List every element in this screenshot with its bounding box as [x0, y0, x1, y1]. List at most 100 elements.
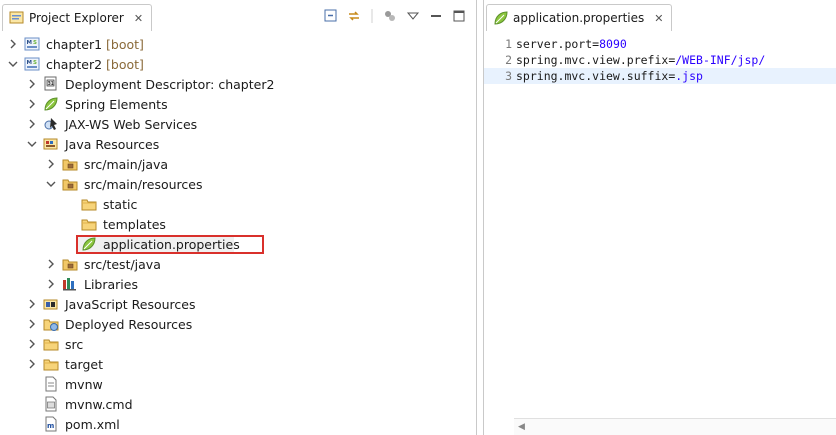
chevron-right-icon[interactable] — [46, 259, 56, 269]
code-line[interactable]: 2 spring.mvc.view.prefix=/WEB-INF/jsp/ — [484, 52, 836, 68]
tree-item-label: Deployed Resources — [65, 316, 193, 332]
code-area[interactable]: 1 server.port= 8090 2 spring.mvc.view.prefix… — [484, 36, 836, 84]
chevron-right-icon[interactable] — [27, 359, 37, 369]
tree-item-label: src — [65, 336, 84, 352]
tree-item-label: Libraries — [84, 276, 138, 292]
deployed-icon — [43, 316, 59, 332]
explorer-tabbar: Project Explorer ✕ — [0, 0, 476, 31]
chevron-right-icon[interactable] — [27, 339, 37, 349]
property-value: 8090 — [599, 37, 627, 51]
property-value: /WEB-INF/jsp/ — [675, 53, 766, 67]
tree-item-label: src/main/resources — [84, 176, 203, 192]
svg-text:31: 31 — [48, 81, 54, 87]
tree-item-label: templates — [103, 216, 166, 232]
folder-icon — [43, 356, 59, 372]
line-number: 2 — [505, 53, 512, 67]
package-folder-icon — [62, 176, 78, 192]
code-line[interactable]: 3 spring.mvc.view.suffix= .jsp — [484, 68, 836, 84]
tree-item-label: JAX-WS Web Services — [65, 116, 198, 132]
tree-item-label: chapter1 [boot] — [46, 36, 144, 52]
svg-text:M: M — [27, 60, 32, 66]
chevron-right-icon[interactable] — [46, 279, 56, 289]
view-menu-icon[interactable] — [406, 9, 420, 23]
folder-icon — [81, 196, 97, 212]
property-key: spring.mvc.view.prefix= — [516, 53, 676, 67]
chevron-right-icon[interactable] — [46, 159, 56, 169]
tab-project-explorer[interactable]: Project Explorer ✕ — [2, 4, 153, 31]
tree-item-javascript-resources[interactable]: JavaScript Resources — [0, 294, 476, 314]
tree-item-target[interactable]: target — [0, 354, 476, 374]
tree-item-label: mvnw.cmd — [65, 396, 133, 412]
tree-item-label: Java Resources — [65, 136, 160, 152]
chevron-down-icon[interactable] — [46, 179, 56, 189]
tab-application-properties[interactable]: application.properties ✕ — [486, 4, 673, 31]
tree-item-label: chapter2 [boot] — [46, 56, 144, 72]
tree-item-chapter2[interactable]: M S chapter2 [boot] — [0, 54, 476, 74]
chevron-right-icon[interactable] — [27, 79, 37, 89]
chevron-down-icon[interactable] — [27, 139, 37, 149]
chevron-right-icon[interactable] — [8, 39, 18, 49]
java-resources-icon — [43, 136, 59, 152]
tree-item-decoration: [boot] — [102, 36, 144, 52]
link-with-editor-icon[interactable] — [347, 9, 361, 23]
package-folder-icon — [62, 156, 78, 172]
close-icon[interactable]: ✕ — [654, 12, 663, 25]
tree-item-chapter1[interactable]: M Schapter1 [boot] — [0, 34, 476, 54]
tree-item-label: Spring Elements — [65, 96, 168, 112]
tab-title: application.properties — [513, 11, 645, 25]
scroll-left-icon[interactable]: ◀ — [518, 422, 525, 432]
tree-item-label: mvnw — [65, 376, 103, 392]
descriptor-icon: 31 — [43, 76, 59, 92]
chevron-right-icon[interactable] — [27, 119, 37, 129]
explorer-toolbar — [324, 9, 466, 23]
svg-text:S: S — [33, 40, 37, 46]
tree-item-src-test-java[interactable]: src/test/java — [0, 254, 476, 274]
tree-item-deployment-descriptor[interactable]: 31 Deployment Descriptor: chapter2 — [0, 74, 476, 94]
property-value: .jsp — [675, 69, 703, 83]
tree-item-label: target — [65, 356, 104, 372]
package-folder-icon — [62, 256, 78, 272]
tree-item-java-resources[interactable]: Java Resources — [0, 134, 476, 154]
tree-item-libraries[interactable]: Libraries — [0, 274, 476, 294]
maximize-icon[interactable] — [452, 9, 466, 23]
tree-item-label: JavaScript Resources — [65, 296, 196, 312]
tree-item-static[interactable]: static — [0, 194, 476, 214]
chevron-right-icon[interactable] — [27, 319, 37, 329]
horizontal-scrollbar[interactable]: ◀ — [514, 418, 836, 435]
project-tree: M Schapter1 [boot] M Schapter2 [boot] 31 Depl… — [0, 34, 476, 434]
file-icon — [43, 376, 59, 392]
line-number: 1 — [505, 37, 512, 51]
tab-title: Project Explorer — [29, 11, 124, 25]
chevron-right-icon[interactable] — [27, 299, 37, 309]
line-number: 3 — [505, 69, 512, 83]
svg-text:M: M — [27, 40, 32, 46]
tree-item-application-properties[interactable]: application.properties — [0, 234, 476, 254]
webservices-icon — [43, 116, 59, 132]
tree-item-src[interactable]: src — [0, 334, 476, 354]
tree-item-label: static — [103, 196, 138, 212]
cmd-file-icon — [43, 396, 59, 412]
tree-item-spring-elements[interactable]: Spring Elements — [0, 94, 476, 114]
code-line[interactable]: 1 server.port= 8090 — [484, 36, 836, 52]
tree-item-jaxws[interactable]: JAX-WS Web Services — [0, 114, 476, 134]
tree-item-mvnw[interactable]: mvnw — [0, 374, 476, 394]
chevron-right-icon[interactable] — [27, 99, 37, 109]
spring-leaf-icon — [43, 96, 59, 112]
library-icon — [62, 276, 78, 292]
close-icon[interactable]: ✕ — [134, 12, 143, 25]
project-icon: MS — [24, 36, 40, 52]
tree-item-label: pom.xml — [65, 416, 120, 432]
tree-item-src-main-java[interactable]: src/main/java — [0, 154, 476, 174]
tree-item-decoration: [boot] — [102, 56, 144, 72]
project-icon: MS — [24, 56, 40, 72]
focus-on-active-task-icon[interactable] — [383, 9, 397, 23]
spring-leaf-icon — [81, 236, 97, 252]
collapse-all-icon[interactable] — [324, 9, 338, 23]
tree-item-deployed-resources[interactable]: Deployed Resources — [0, 314, 476, 334]
tree-item-mvnw-cmd[interactable]: mvnw.cmd — [0, 394, 476, 414]
minimize-icon[interactable] — [429, 9, 443, 23]
tree-item-src-main-resources[interactable]: src/main/resources — [0, 174, 476, 194]
tree-item-templates[interactable]: templates — [0, 214, 476, 234]
chevron-down-icon[interactable] — [8, 59, 18, 69]
tree-item-pom-xml[interactable]: m pom.xml — [0, 414, 476, 434]
